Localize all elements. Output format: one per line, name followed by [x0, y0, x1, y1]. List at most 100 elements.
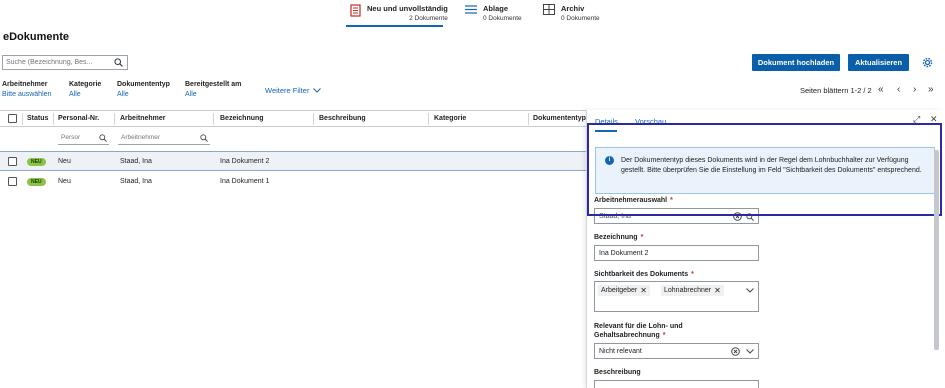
- bezeichnung-value: Ina Dokument 2: [599, 250, 649, 257]
- remove-chip-icon[interactable]: ✕: [714, 286, 721, 295]
- chevron-down-icon: [313, 88, 322, 93]
- table-row[interactable]: NEU Neu Staad, Ina Ina Dokument 1: [0, 172, 590, 192]
- gear-icon[interactable]: [922, 57, 933, 68]
- field-label-text: Relevant für die Lohn- und: [594, 323, 683, 330]
- chip-lohnabrechner: Lohnabrechner ✕: [661, 285, 724, 296]
- beschreibung-field-label: Beschreibung: [594, 369, 641, 376]
- filter-value[interactable]: Alle: [69, 91, 101, 98]
- more-filters-label: Weitere Filter: [265, 86, 310, 95]
- field-label-text: Bezeichnung: [594, 234, 638, 241]
- table-header: Status Personal-Nr. Arbeitnehmer Bezeich…: [0, 110, 590, 127]
- archive-grid-icon: [543, 4, 555, 15]
- sichtbarkeit-field-label: Sichtbarkeit des Dokuments *: [594, 271, 694, 278]
- search-input[interactable]: [3, 56, 111, 69]
- column-header-personal-nr[interactable]: Personal-Nr.: [58, 115, 99, 122]
- tab-title: Archiv: [561, 4, 585, 13]
- column-filter-row: [0, 127, 590, 149]
- filter-value[interactable]: Alle: [185, 91, 241, 98]
- filter-value[interactable]: Bitte auswählen: [2, 91, 51, 98]
- filter-bereitgestellt[interactable]: Bereitgestellt am Alle: [185, 81, 241, 98]
- required-mark: *: [662, 332, 666, 339]
- first-page-icon[interactable]: «: [878, 84, 884, 95]
- filter-label: Dokumententyp: [117, 81, 170, 88]
- arbeitnehmer-cell: Staad, Ina: [120, 178, 152, 185]
- chevron-down-icon[interactable]: [746, 288, 754, 293]
- personal-nr-filter[interactable]: [58, 131, 109, 145]
- column-separator: [428, 113, 429, 125]
- column-header-bezeichnung[interactable]: Bezeichnung: [220, 115, 264, 122]
- bezeichnung-cell: Ina Dokument 2: [220, 158, 270, 165]
- table-row[interactable]: NEU Neu Staad, Ina Ina Dokument 2: [0, 151, 590, 171]
- personal-nr-filter-input[interactable]: [58, 131, 94, 144]
- search-icon[interactable]: [200, 134, 208, 142]
- column-separator: [22, 113, 23, 125]
- filter-label: Arbeitnehmer: [2, 81, 48, 88]
- row-checkbox[interactable]: [8, 177, 17, 186]
- list-icon: [465, 5, 477, 14]
- tab-neu-und-unvollstaendig[interactable]: Neu und unvollständig 2 Dokumente: [350, 4, 448, 22]
- beschreibung-textarea[interactable]: [594, 380, 759, 388]
- column-header-dokumententyp[interactable]: Dokumententyp: [533, 115, 586, 122]
- filter-value[interactable]: Alle: [117, 91, 170, 98]
- column-header-beschreibung[interactable]: Beschreibung: [319, 115, 366, 122]
- field-label-text: Sichtbarkeit des Dokuments: [594, 271, 689, 278]
- column-separator: [313, 113, 314, 125]
- tab-count: 2 Dokumente: [409, 15, 448, 22]
- bezeichnung-field-label: Bezeichnung *: [594, 234, 643, 241]
- last-page-icon[interactable]: »: [928, 84, 934, 95]
- filter-arbeitnehmer[interactable]: Arbeitnehmer Bitte auswählen: [2, 81, 51, 98]
- tab-archiv[interactable]: Archiv 0 Dokumente: [543, 4, 600, 22]
- active-tab-indicator: [346, 25, 443, 27]
- search-icon[interactable]: [99, 134, 107, 142]
- status-cell: Neu: [58, 158, 71, 165]
- column-separator: [114, 113, 115, 125]
- document-red-icon: [350, 4, 361, 17]
- sichtbarkeit-multiselect[interactable]: Arbeitgeber ✕ Lohnabrechner ✕: [594, 281, 759, 312]
- prev-page-icon[interactable]: ‹: [897, 84, 900, 95]
- chip-label: Arbeitgeber: [601, 287, 638, 294]
- arbeitnehmer-filter[interactable]: [118, 131, 210, 145]
- tab-count: 0 Dokumente: [483, 15, 522, 22]
- more-filters-button[interactable]: Weitere Filter: [265, 86, 322, 95]
- bezeichnung-input[interactable]: Ina Dokument 2: [594, 245, 759, 261]
- next-page-icon[interactable]: ›: [913, 84, 916, 95]
- column-header-kategorie[interactable]: Kategorie: [434, 115, 466, 122]
- column-separator: [213, 113, 214, 125]
- upload-document-button[interactable]: Dokument hochladen: [752, 54, 840, 71]
- arbeitnehmer-filter-input[interactable]: [118, 131, 194, 144]
- column-separator: [53, 113, 54, 125]
- required-mark: *: [691, 271, 694, 278]
- required-mark: *: [640, 234, 644, 241]
- remove-chip-icon[interactable]: ✕: [640, 286, 647, 295]
- search-icon[interactable]: [114, 58, 123, 67]
- panel-scrollbar[interactable]: [934, 150, 939, 350]
- row-checkbox[interactable]: [8, 157, 17, 166]
- chevron-down-icon[interactable]: [746, 349, 754, 354]
- filter-dokumententyp[interactable]: Dokumententyp Alle: [117, 81, 170, 98]
- refresh-button[interactable]: Aktualisieren: [848, 54, 909, 71]
- paging-info: Seiten blättern 1-2 / 2: [800, 86, 872, 95]
- relevant-field-label: Relevant für die Lohn- und Gehaltsabrech…: [594, 322, 683, 340]
- status-cell: Neu: [58, 178, 71, 185]
- chip-arbeitgeber: Arbeitgeber ✕: [598, 285, 650, 296]
- tab-title: Ablage: [483, 4, 509, 13]
- filter-kategorie[interactable]: Kategorie Alle: [69, 81, 101, 98]
- column-header-arbeitnehmer[interactable]: Arbeitnehmer: [120, 115, 166, 122]
- field-label-text: Gehaltsabrechnung: [594, 332, 660, 339]
- clear-icon[interactable]: [731, 347, 740, 356]
- bezeichnung-cell: Ina Dokument 1: [220, 178, 270, 185]
- status-badge: NEU: [27, 158, 46, 166]
- search-box[interactable]: [2, 55, 128, 70]
- column-header-status[interactable]: Status: [27, 115, 48, 122]
- tab-ablage[interactable]: Ablage 0 Dokumente: [465, 4, 522, 22]
- relevant-select[interactable]: Nicht relevant: [594, 343, 759, 359]
- chip-label: Lohnabrechner: [664, 287, 712, 294]
- filter-label: Bereitgestellt am: [185, 81, 242, 88]
- tab-count: 0 Dokumente: [561, 15, 600, 22]
- column-separator: [528, 113, 529, 125]
- select-all-checkbox[interactable]: [8, 114, 17, 123]
- status-badge: NEU: [27, 178, 46, 186]
- tab-title: Neu und unvollständig: [367, 4, 448, 13]
- page-title: eDokumente: [3, 31, 70, 43]
- relevant-value: Nicht relevant: [599, 348, 642, 355]
